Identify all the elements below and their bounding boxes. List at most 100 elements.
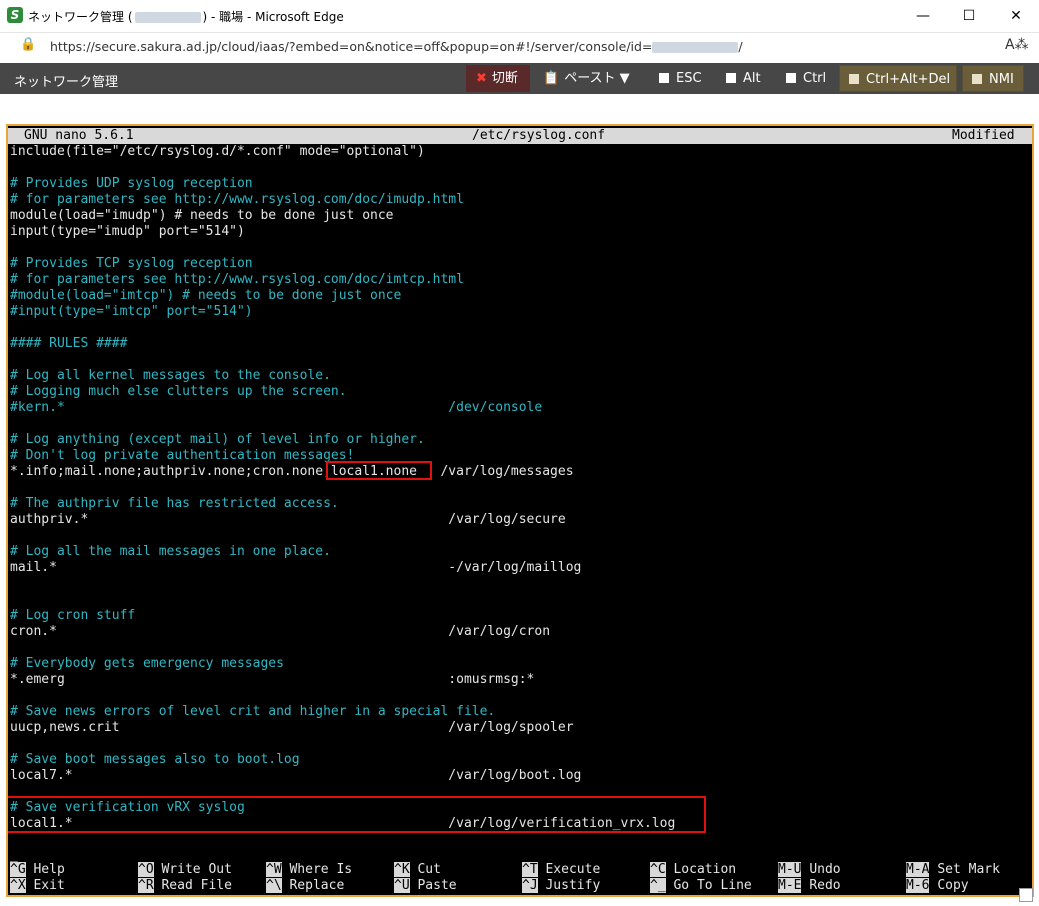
shortcut-item: ^J Justify (522, 878, 600, 894)
shortcut-label: Redo (809, 878, 841, 893)
nano-filename: /etc/rsyslog.conf (472, 128, 606, 143)
file-line: # Save boot messages also to boot.log (10, 752, 300, 767)
ctrl-label: Ctrl (803, 71, 827, 86)
esc-button[interactable]: ESC (659, 65, 702, 92)
file-line: # Log anything (except mail) of level in… (10, 432, 425, 447)
paste-label: ペースト ▼ (564, 71, 630, 86)
shortcut-item: ^W Where Is (266, 862, 352, 878)
console-toolbar: ネットワーク管理 ✖ 切断 📋 ペースト ▼ ESC Alt Ctrl Ctrl+A… (0, 63, 1039, 94)
disconnect-label: 切断 (491, 71, 518, 86)
shortcut-item: ^U Paste (394, 878, 457, 894)
disconnect-button[interactable]: ✖ 切断 (466, 65, 530, 92)
maximize-icon[interactable]: ☐ (946, 0, 992, 32)
app-icon: S (7, 7, 23, 23)
shortcut-label: Where Is (289, 862, 353, 877)
file-line: *.emerg :omusrmsg:* (10, 672, 535, 687)
highlight-box-verification (8, 796, 706, 833)
key-icon (972, 73, 982, 84)
lock-icon[interactable]: 🔒 (20, 37, 36, 52)
checkbox-icon (659, 72, 669, 83)
file-line: # Don't log private authentication messa… (10, 448, 355, 463)
shortcut-key: ^U (394, 878, 410, 893)
shortcut-key: M-6 (906, 878, 930, 893)
shortcut-item: ^K Cut (394, 862, 441, 878)
file-line: input(type="imudp" port="514") (10, 224, 245, 239)
file-line: include(file="/etc/rsyslog.d/*.conf" mod… (10, 144, 425, 159)
file-line: # Log cron stuff (10, 608, 136, 623)
console-frame[interactable]: GNU nano 5.6.1 /etc/rsyslog.conf Modifie… (6, 124, 1034, 897)
nmi-button[interactable]: NMI (962, 65, 1024, 92)
file-line: #input(type="imtcp" port="514") (10, 304, 253, 319)
file-line: local7.* /var/log/boot.log (10, 768, 582, 783)
minimize-icon[interactable]: — (900, 0, 946, 32)
shortcut-key: ^W (266, 862, 282, 877)
file-line: module(load="imudp") # needs to be done … (10, 208, 394, 223)
nmi-label: NMI (989, 72, 1014, 87)
shortcut-label: Help (33, 862, 65, 877)
shortcut-key: M-A (906, 862, 930, 877)
nano-terminal[interactable]: GNU nano 5.6.1 /etc/rsyslog.conf Modifie… (8, 126, 1032, 895)
ctrl-button[interactable]: Ctrl (786, 65, 826, 92)
file-line: #kern.* /dev/console (10, 400, 543, 415)
url-suffix: / (738, 39, 743, 54)
file-line: # for parameters see http://www.rsyslog.… (10, 272, 464, 287)
shortcut-key: ^G (10, 862, 26, 877)
console-title: ネットワーク管理 (14, 75, 119, 90)
close-icon[interactable]: ✕ (993, 0, 1039, 32)
shortcut-label: Paste (417, 878, 457, 893)
shortcut-item: ^G Help (10, 862, 65, 878)
address-bar[interactable]: 🔒 https://secure.sakura.ad.jp/cloud/iaas… (0, 33, 1039, 60)
ctrl-alt-del-label: Ctrl+Alt+Del (866, 72, 951, 87)
file-line: # Log all kernel messages to the console… (10, 368, 331, 383)
nano-status: Modified (952, 128, 1015, 143)
shortcut-label: Execute (545, 862, 601, 877)
scroll-corner[interactable] (1019, 888, 1033, 902)
shortcut-item: ^C Location (650, 862, 736, 878)
shortcut-label: Location (673, 862, 737, 877)
file-line: mail.* -/var/log/maillog (10, 560, 582, 575)
file-line: cron.* /var/log/cron (10, 624, 551, 639)
shortcut-item: M-A Set Mark (906, 862, 1000, 878)
window-title-prefix: ネットワーク管理 ( (28, 10, 133, 24)
nano-version: GNU nano 5.6.1 (24, 128, 134, 143)
window-title-suffix: ) - 職場 - Microsoft Edge (202, 10, 344, 24)
paste-icon: 📋 (543, 71, 560, 86)
file-line: # Provides TCP syslog reception (10, 256, 253, 271)
shortcut-key: ^_ (650, 878, 666, 893)
file-line: # Save news errors of level crit and hig… (10, 704, 496, 719)
file-line: authpriv.* /var/log/secure (10, 512, 566, 527)
file-line: #module(load="imtcp") # needs to be done… (10, 288, 402, 303)
shortcut-key: ^\ (266, 878, 282, 893)
shortcut-label: Read File (161, 878, 232, 893)
shortcut-item: ^R Read File (138, 878, 232, 894)
shortcut-key: ^O (138, 862, 154, 877)
shortcut-item: ^X Exit (10, 878, 65, 894)
shortcut-label: Cut (417, 862, 441, 877)
alt-button[interactable]: Alt (726, 65, 761, 92)
shortcut-item: M-6 Copy (906, 878, 969, 894)
file-line: *.info;mail.none;authpriv.none;cron.none… (10, 464, 574, 479)
file-line: # Logging much else clutters up the scre… (10, 384, 347, 399)
close-x-icon: ✖ (476, 71, 487, 86)
shortcut-label: Replace (289, 878, 345, 893)
url-text[interactable]: https://secure.sakura.ad.jp/cloud/iaas/?… (50, 39, 743, 54)
shortcut-label: Go To Line (673, 878, 752, 893)
window-title-bar: S ネットワーク管理 () - 職場 - Microsoft Edge — ☐ … (0, 0, 1039, 33)
nano-header-bar: GNU nano 5.6.1 /etc/rsyslog.conf Modifie… (8, 128, 1032, 144)
alt-label: Alt (743, 71, 761, 86)
redacted-id (652, 42, 739, 53)
file-line: uucp,news.crit /var/log/spooler (10, 720, 574, 735)
file-line: # The authpriv file has restricted acces… (10, 496, 339, 511)
checkbox-icon (786, 72, 796, 83)
shortcut-label: Copy (937, 878, 969, 893)
read-aloud-icon[interactable]: A⁂ (1005, 37, 1029, 53)
shortcut-key: M-E (778, 878, 802, 893)
esc-label: ESC (676, 71, 702, 86)
shortcut-key: ^R (138, 878, 154, 893)
paste-button[interactable]: 📋 ペースト ▼ (543, 65, 630, 92)
shortcut-key: ^T (522, 862, 538, 877)
shortcut-label: Exit (33, 878, 65, 893)
shortcut-label: Write Out (161, 862, 232, 877)
key-icon (849, 73, 859, 84)
ctrl-alt-del-button[interactable]: Ctrl+Alt+Del (839, 65, 957, 92)
